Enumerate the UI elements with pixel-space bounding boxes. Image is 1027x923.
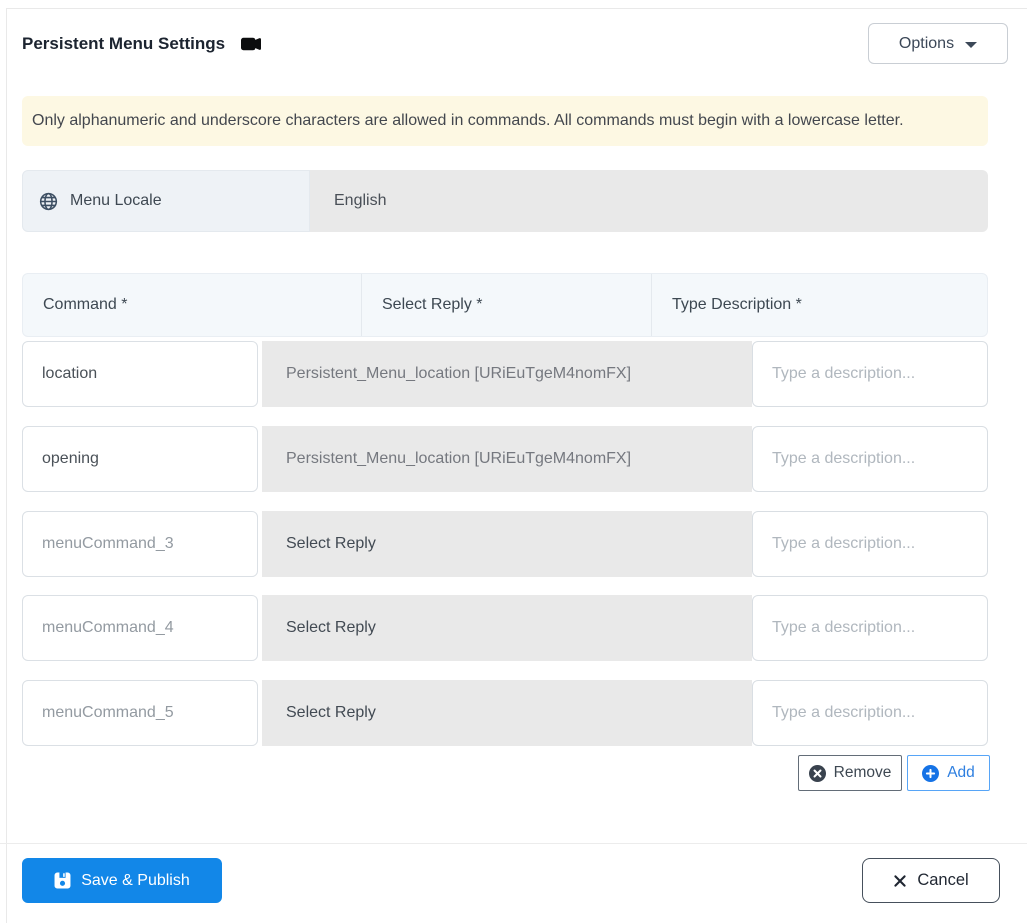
card-border-top (6, 8, 1027, 9)
add-button-label: Add (947, 764, 975, 781)
remove-button-label: Remove (833, 764, 892, 781)
menu-locale-value: English (310, 170, 988, 232)
reply-select[interactable]: Select Reply (262, 680, 752, 746)
table-row: Persistent_Menu_location [URiEuTgeM4nomF… (22, 426, 988, 492)
save-icon (54, 872, 71, 889)
page-title: Persistent Menu Settings (22, 33, 226, 53)
remove-circle-icon (808, 764, 826, 782)
column-header-type-description: Type Description * (672, 296, 802, 313)
options-button[interactable]: Options (868, 23, 1008, 64)
description-input[interactable] (752, 680, 988, 746)
reply-select[interactable]: Persistent_Menu_location [URiEuTgeM4nomF… (262, 341, 752, 407)
menu-locale-label: Menu Locale (22, 170, 310, 232)
options-button-label: Options (898, 34, 955, 52)
description-input[interactable] (752, 511, 988, 577)
card-border-left (6, 8, 7, 923)
description-input[interactable] (752, 595, 988, 661)
table-row: Select Reply (22, 595, 988, 661)
cancel-button-label: Cancel (917, 871, 969, 889)
add-circle-icon (922, 764, 940, 782)
table-header-row: Command * Select Reply * Type Descriptio… (22, 273, 988, 337)
column-header-select-reply: Select Reply * (362, 274, 652, 336)
table-row: Persistent_Menu_location [URiEuTgeM4nomF… (22, 341, 988, 407)
video-camera-icon (240, 34, 262, 54)
table-row: Select Reply (22, 511, 988, 577)
menu-locale-group: Menu Locale English (22, 170, 988, 232)
globe-icon (39, 192, 58, 210)
command-input[interactable] (22, 341, 258, 407)
description-input[interactable] (752, 426, 988, 492)
description-input[interactable] (752, 341, 988, 407)
command-input[interactable] (22, 511, 258, 577)
table-row: Select Reply (22, 680, 988, 746)
command-rules-alert: Only alphanumeric and underscore charact… (22, 96, 988, 146)
close-icon (894, 874, 906, 887)
command-rules-alert-text: Only alphanumeric and underscore charact… (32, 112, 904, 129)
footer-divider (0, 843, 1027, 844)
row-actions: Remove Add (798, 755, 990, 791)
chevron-down-icon (965, 41, 978, 48)
command-input[interactable] (22, 426, 258, 492)
reply-select[interactable]: Persistent_Menu_location [URiEuTgeM4nomF… (262, 426, 752, 492)
save-publish-button[interactable]: Save & Publish (22, 858, 222, 903)
menu-locale-label-text: Menu Locale (70, 192, 162, 209)
reply-select[interactable]: Select Reply (262, 595, 752, 661)
save-publish-button-label: Save & Publish (81, 871, 190, 889)
command-input[interactable] (22, 680, 258, 746)
column-header-command: Command * (23, 274, 362, 336)
title-wrap: Persistent Menu Settings (22, 34, 262, 54)
menu-locale-value-text: English (334, 192, 387, 209)
remove-row-button[interactable]: Remove (798, 755, 902, 791)
cancel-button[interactable]: Cancel (862, 858, 1000, 903)
add-row-button[interactable]: Add (907, 755, 990, 791)
reply-select[interactable]: Select Reply (262, 511, 752, 577)
command-input[interactable] (22, 595, 258, 661)
header-bar: Persistent Menu Settings Options (22, 23, 1008, 64)
